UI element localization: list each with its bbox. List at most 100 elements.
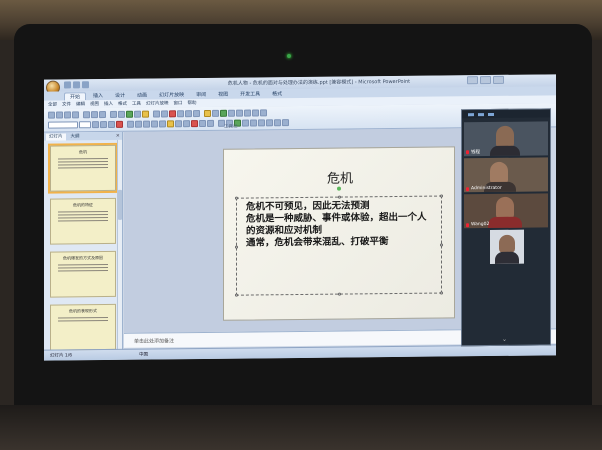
- resize-handle[interactable]: [338, 292, 341, 296]
- chevron-down-icon[interactable]: ⌄: [502, 336, 507, 343]
- current-slide[interactable]: 危机 危机不可预见，因此无法预测 危机是一种威胁、事件或体验，超出一个人的资源和…: [223, 146, 456, 321]
- close-icon[interactable]: ×: [116, 133, 120, 139]
- indent-icon[interactable]: [175, 120, 182, 128]
- layout-icon[interactable]: [468, 112, 474, 116]
- save-icon[interactable]: [64, 81, 71, 89]
- underline-icon[interactable]: [108, 120, 115, 129]
- zoom-icon[interactable]: [153, 110, 160, 118]
- insert-picture-icon[interactable]: [142, 110, 149, 118]
- text-effect-icon[interactable]: [191, 120, 198, 128]
- shapes-icon[interactable]: [204, 109, 211, 118]
- tab-animation[interactable]: 动画: [132, 92, 152, 100]
- align-right-icon[interactable]: [143, 120, 150, 128]
- align-left-icon[interactable]: [127, 120, 134, 128]
- menu-tools[interactable]: 工具: [132, 101, 141, 107]
- resize-handle[interactable]: [235, 293, 238, 297]
- menu-edit[interactable]: 编辑: [76, 101, 85, 107]
- resize-handle[interactable]: [235, 245, 238, 249]
- shadow-icon[interactable]: [266, 119, 273, 127]
- clear-format-icon[interactable]: [250, 119, 257, 127]
- tab-insert[interactable]: 插入: [88, 92, 108, 100]
- slide-thumbnail[interactable]: 危机爆发的方式及原因: [50, 250, 116, 298]
- select-icon[interactable]: [260, 109, 267, 117]
- paste-icon[interactable]: [99, 111, 106, 119]
- close-icon[interactable]: [488, 112, 494, 116]
- resize-handle[interactable]: [440, 194, 443, 198]
- save-icon[interactable]: [64, 111, 71, 119]
- bullets-icon[interactable]: [151, 120, 158, 128]
- slide-thumbnail[interactable]: 危机的表现形式: [50, 303, 116, 351]
- slide-title[interactable]: 危机: [224, 166, 456, 187]
- undo-icon[interactable]: [110, 110, 117, 118]
- char-spacing-icon[interactable]: [274, 119, 281, 127]
- resize-handle[interactable]: [235, 196, 238, 200]
- rotate-handle[interactable]: [337, 186, 341, 191]
- tab-slides[interactable]: 幻灯片: [46, 133, 66, 141]
- menu-all[interactable]: 全部: [48, 102, 57, 108]
- redo-icon[interactable]: [82, 81, 89, 89]
- text-direction-icon[interactable]: [207, 119, 214, 127]
- open-icon[interactable]: [56, 111, 63, 119]
- italic-icon[interactable]: [100, 121, 107, 129]
- menu-window[interactable]: 窗口: [174, 100, 183, 106]
- help-icon[interactable]: [161, 110, 168, 118]
- insert-chart-icon[interactable]: [126, 110, 133, 118]
- resize-handle[interactable]: [440, 243, 443, 247]
- scrollbar-thumb[interactable]: [118, 189, 122, 220]
- design-icon[interactable]: [185, 110, 192, 118]
- bold-icon[interactable]: [92, 121, 99, 129]
- layout-icon[interactable]: [177, 110, 184, 118]
- minimize-button[interactable]: [467, 76, 478, 85]
- grid-icon[interactable]: [478, 112, 484, 116]
- pane-scrollbar[interactable]: [117, 139, 122, 350]
- columns-icon[interactable]: [242, 119, 249, 127]
- line-spacing-icon[interactable]: [199, 119, 206, 128]
- font-select[interactable]: [48, 121, 78, 129]
- undo-icon[interactable]: [73, 81, 80, 89]
- tab-view[interactable]: 视图: [213, 91, 233, 99]
- participant-feed[interactable]: [490, 229, 524, 265]
- shape-outline-icon[interactable]: [236, 109, 243, 117]
- tab-outline[interactable]: 大纲: [68, 133, 83, 140]
- new-icon[interactable]: [48, 111, 55, 119]
- arrange-icon[interactable]: [212, 109, 219, 117]
- menu-help[interactable]: 帮助: [188, 100, 197, 106]
- participant-feed[interactable]: Administrator: [464, 157, 548, 193]
- change-case-icon[interactable]: [282, 119, 289, 127]
- cut-icon[interactable]: [83, 111, 90, 119]
- resize-handle[interactable]: [338, 195, 341, 199]
- font-color-icon[interactable]: [116, 120, 123, 128]
- notes-placeholder[interactable]: 单击此处添加备注: [134, 337, 174, 344]
- redo-icon[interactable]: [118, 110, 125, 118]
- tab-design[interactable]: 设计: [110, 92, 130, 100]
- quick-style-icon[interactable]: [220, 109, 227, 117]
- tab-home[interactable]: 开始: [64, 92, 87, 101]
- content-textbox[interactable]: 危机不可预见，因此无法预测 危机是一种威胁、事件或体验，超出一个人的资源和应对机…: [235, 194, 443, 297]
- new-slide-icon[interactable]: [193, 110, 200, 118]
- copy-icon[interactable]: [91, 111, 98, 119]
- maximize-button[interactable]: [480, 75, 491, 85]
- tab-format[interactable]: 格式: [267, 90, 287, 98]
- align-center-icon[interactable]: [135, 120, 142, 128]
- shape-fill-icon[interactable]: [228, 109, 235, 117]
- resize-handle[interactable]: [440, 291, 443, 295]
- tab-review[interactable]: 审阅: [191, 91, 211, 99]
- strikethrough-icon[interactable]: [258, 119, 265, 127]
- menu-view[interactable]: 视图: [90, 101, 99, 107]
- slide-thumbnail[interactable]: 危机: [50, 144, 116, 192]
- insert-table-icon[interactable]: [134, 110, 141, 118]
- highlight-icon[interactable]: [167, 120, 174, 128]
- replace-icon[interactable]: [252, 109, 259, 117]
- participant-feed[interactable]: Wang02: [464, 193, 548, 229]
- slide-thumbnail[interactable]: 危机的特征: [50, 197, 116, 245]
- menu-format[interactable]: 格式: [118, 101, 127, 107]
- close-button[interactable]: [493, 75, 504, 84]
- menu-file[interactable]: 文件: [62, 101, 71, 107]
- participant-feed[interactable]: 钱程: [464, 121, 548, 157]
- print-icon[interactable]: [72, 111, 79, 119]
- slideshow-icon[interactable]: [169, 110, 176, 118]
- outdent-icon[interactable]: [183, 120, 190, 128]
- font-size-select[interactable]: [79, 121, 91, 129]
- menu-insert[interactable]: 插入: [104, 101, 113, 107]
- menu-slideshow[interactable]: 幻灯片放映: [146, 100, 169, 106]
